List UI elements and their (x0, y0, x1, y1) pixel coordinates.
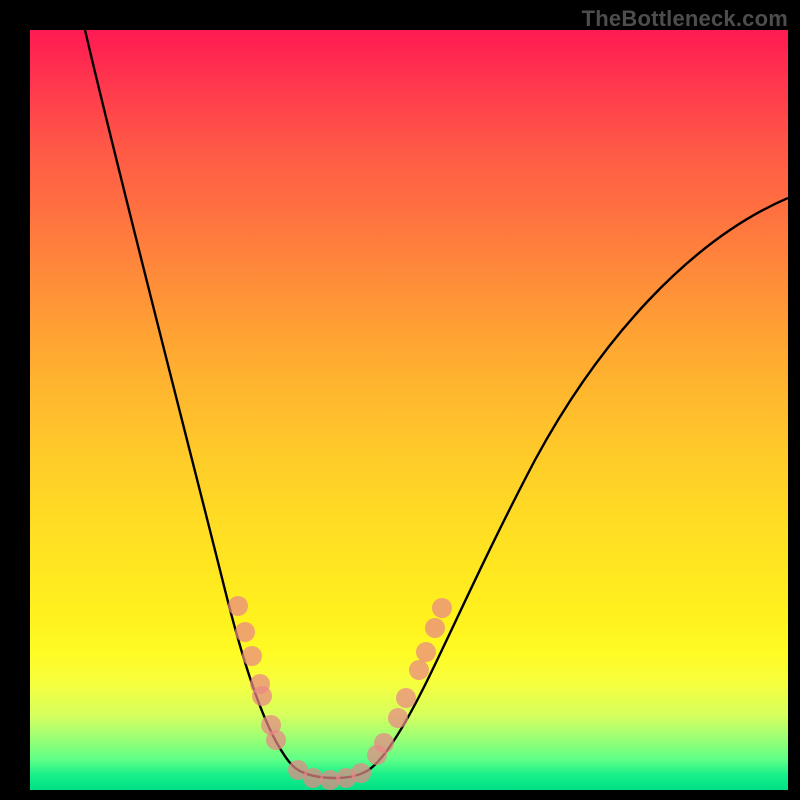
curve-marker (409, 660, 429, 680)
curve-marker (303, 768, 323, 788)
curve-markers-group (228, 596, 452, 790)
curve-marker (242, 646, 262, 666)
curve-marker (374, 733, 394, 753)
curve-marker (252, 686, 272, 706)
curve-marker (351, 763, 371, 783)
watermark-text: TheBottleneck.com (582, 6, 788, 32)
curve-marker (425, 618, 445, 638)
curve-marker (432, 598, 452, 618)
curve-marker (228, 596, 248, 616)
curve-marker (416, 642, 436, 662)
curve-marker (235, 622, 255, 642)
curve-marker (266, 730, 286, 750)
bottleneck-curve-path (85, 30, 788, 778)
curve-marker (388, 708, 408, 728)
curve-marker (396, 688, 416, 708)
bottleneck-curve-svg (30, 30, 788, 790)
